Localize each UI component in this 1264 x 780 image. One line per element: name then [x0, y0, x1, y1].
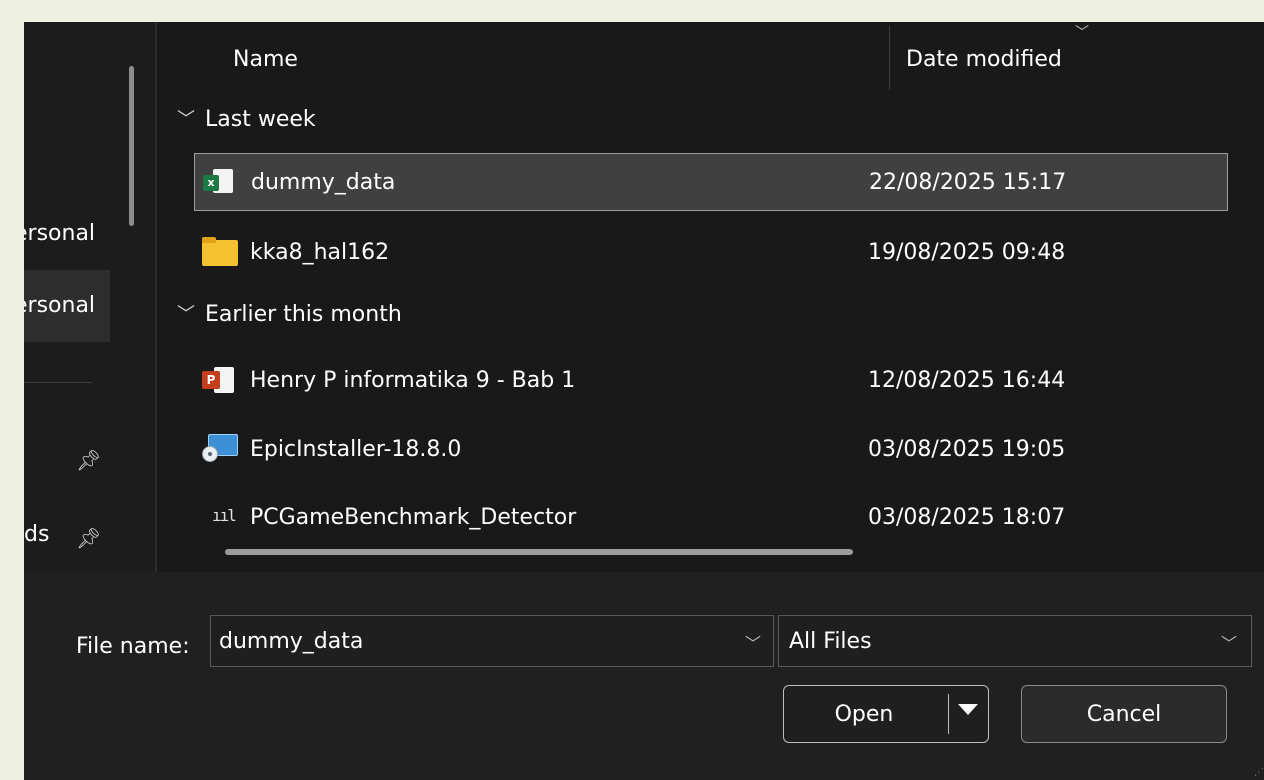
split-divider	[948, 694, 949, 734]
file-name-value: dummy_data	[219, 628, 364, 654]
powerpoint-file-icon: P	[202, 365, 238, 395]
open-button[interactable]: Open	[783, 685, 989, 743]
column-header-date-modified[interactable]: Date modified	[906, 38, 1062, 82]
group-header-last-week[interactable]: ﹀ Last week	[177, 100, 316, 140]
file-name: Henry P informatika 9 - Bab 1	[250, 367, 576, 393]
nav-item-downloads[interactable]: ds	[24, 520, 49, 550]
open-button-label: Open	[834, 701, 894, 727]
column-divider[interactable]	[889, 26, 890, 90]
file-name-label: File name:	[76, 634, 190, 659]
file-date: 19/08/2025 09:48	[868, 239, 1066, 265]
file-list-pane: Name ﹀ Date modified ﹀ Last week x dummy…	[157, 22, 1264, 572]
chevron-down-icon: ﹀	[1220, 634, 1237, 653]
browser-area: ersonal ersonal 📌︎ ds 📌︎ Name ﹀ Date mod…	[24, 22, 1264, 572]
list-item[interactable]: x dummy_data 22/08/2025 15:17	[194, 153, 1228, 211]
nav-scrollbar-thumb[interactable]	[129, 66, 134, 226]
group-title: Earlier this month	[205, 302, 402, 327]
pin-icon[interactable]: 📌︎	[76, 447, 101, 473]
excel-file-icon: x	[203, 167, 239, 197]
group-header-earlier-this-month[interactable]: ﹀ Earlier this month	[177, 295, 402, 335]
file-date: 22/08/2025 15:17	[869, 169, 1067, 195]
file-name: dummy_data	[251, 169, 396, 195]
list-item[interactable]: kka8_hal162 19/08/2025 09:48	[194, 225, 1228, 279]
horizontal-scrollbar-thumb[interactable]	[225, 549, 853, 555]
nav-separator	[24, 382, 92, 383]
list-item[interactable]: EpicInstaller-18.8.0 03/08/2025 19:05	[194, 422, 1228, 476]
column-header-name[interactable]: Name	[233, 38, 298, 82]
chevron-down-icon[interactable]: ﹀	[745, 630, 761, 654]
cancel-button[interactable]: Cancel	[1021, 685, 1227, 743]
installer-icon	[202, 434, 238, 464]
nav-item-label: ds	[24, 522, 50, 547]
file-name: PCGameBenchmark_Detector	[250, 504, 577, 530]
resize-grip-icon[interactable]: ⋰	[1252, 768, 1264, 780]
list-item[interactable]: P Henry P informatika 9 - Bab 1 12/08/20…	[194, 353, 1228, 407]
file-name: kka8_hal162	[250, 239, 390, 265]
file-date: 12/08/2025 16:44	[868, 367, 1066, 393]
nav-item-label: ersonal	[24, 221, 96, 246]
list-item[interactable]: ııl PCGameBenchmark_Detector 03/08/2025 …	[194, 490, 1228, 544]
file-open-dialog: ersonal ersonal 📌︎ ds 📌︎ Name ﹀ Date mod…	[24, 22, 1264, 780]
chevron-down-icon: ﹀	[177, 304, 195, 325]
folder-icon	[202, 237, 238, 267]
file-name: EpicInstaller-18.8.0	[250, 436, 462, 462]
group-title: Last week	[205, 107, 316, 132]
sort-chevron-icon: ﹀	[1075, 25, 1089, 41]
nav-item-label: ersonal	[24, 293, 96, 318]
chevron-down-icon: ﹀	[177, 109, 195, 130]
nav-item-onedrive-personal-1[interactable]: ersonal	[24, 198, 110, 270]
dropdown-arrow-icon[interactable]	[958, 704, 978, 715]
navigation-pane: ersonal ersonal 📌︎ ds 📌︎	[24, 22, 156, 572]
nav-item-onedrive-personal-2[interactable]: ersonal	[24, 270, 110, 342]
pin-icon[interactable]: 📌︎	[76, 525, 101, 551]
file-type-select[interactable]: All Files ﹀	[778, 615, 1252, 667]
dialog-footer	[24, 572, 1264, 780]
file-type-value: All Files	[789, 628, 872, 654]
file-date: 03/08/2025 19:05	[868, 436, 1066, 462]
benchmark-app-icon: ııl	[212, 506, 237, 525]
file-name-input[interactable]: dummy_data ﹀	[210, 615, 774, 667]
file-date: 03/08/2025 18:07	[868, 504, 1066, 530]
